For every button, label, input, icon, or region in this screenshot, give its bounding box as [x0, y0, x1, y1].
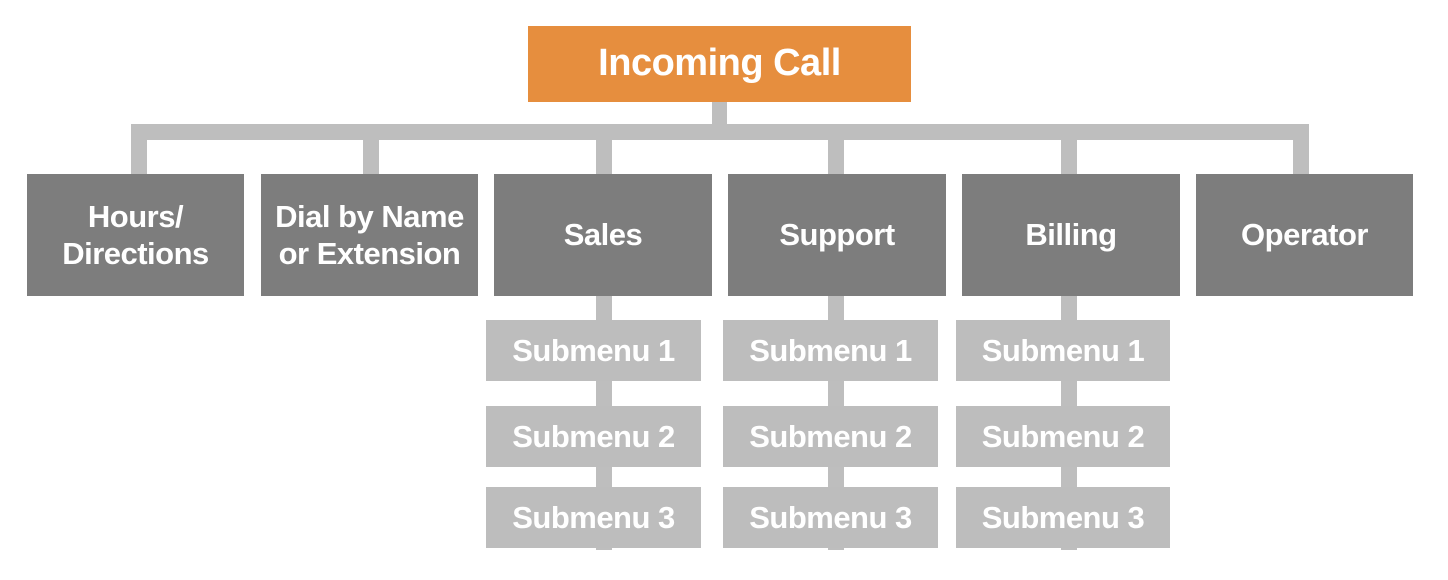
support-submenu-3: Submenu 3 [723, 487, 938, 548]
support-submenu-2: Submenu 2 [723, 406, 938, 467]
option-support: Support [728, 174, 946, 296]
option-label: Operator [1241, 217, 1368, 253]
root-label: Incoming Call [598, 42, 841, 85]
submenu-label: Submenu 3 [981, 499, 1145, 535]
submenu-label: Submenu 1 [512, 332, 675, 368]
submenu-label: Submenu 2 [749, 418, 912, 454]
connector-to-billing [1061, 124, 1077, 176]
option-label-line1: Hours/ [87, 198, 184, 234]
connector-to-support [828, 124, 844, 176]
option-dial-by-name: Dial by Name or Extension [261, 174, 478, 296]
billing-submenu-1: Submenu 1 [956, 320, 1170, 381]
billing-submenu-2: Submenu 2 [956, 406, 1170, 467]
option-billing: Billing [962, 174, 1180, 296]
submenu-label: Submenu 2 [512, 418, 675, 454]
root-node-incoming-call: Incoming Call [528, 26, 911, 102]
connector-to-hours [131, 124, 147, 176]
connector-to-operator [1293, 124, 1309, 176]
sales-submenu-1: Submenu 1 [486, 320, 701, 381]
connector-to-dial-by-name [363, 124, 379, 176]
submenu-label: Submenu 1 [981, 332, 1145, 368]
sales-submenu-3: Submenu 3 [486, 487, 701, 548]
submenu-label: Submenu 3 [749, 499, 912, 535]
connector-horizontal-bus [131, 124, 1309, 140]
submenu-label: Submenu 1 [749, 332, 912, 368]
option-operator: Operator [1196, 174, 1413, 296]
submenu-label: Submenu 3 [512, 499, 675, 535]
option-label-line2: or Extension [278, 236, 461, 271]
connector-to-sales [596, 124, 612, 176]
option-label: Sales [563, 217, 643, 253]
support-submenu-1: Submenu 1 [723, 320, 938, 381]
option-label-line1: Dial by Name [275, 198, 464, 234]
option-label: Support [779, 217, 895, 253]
option-label-line2: Directions [62, 236, 209, 271]
option-sales: Sales [494, 174, 712, 296]
sales-submenu-2: Submenu 2 [486, 406, 701, 467]
option-label: Billing [1025, 217, 1117, 253]
billing-submenu-3: Submenu 3 [956, 487, 1170, 548]
submenu-label: Submenu 2 [981, 418, 1145, 454]
option-hours-directions: Hours/ Directions [27, 174, 244, 296]
